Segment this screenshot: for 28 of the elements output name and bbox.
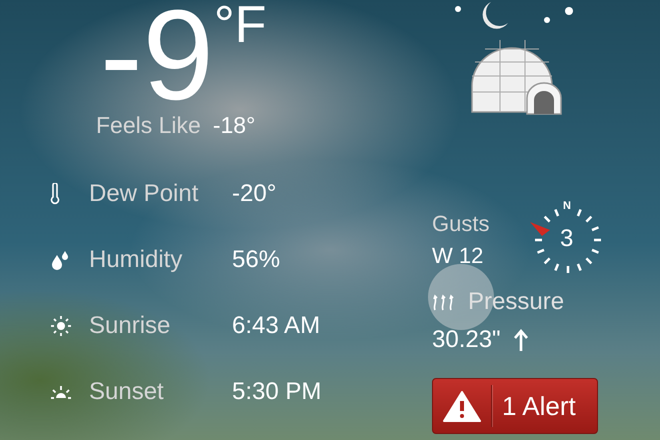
detail-value: 5:30 PM: [232, 378, 322, 406]
sunset-icon: [50, 385, 72, 399]
detail-label: Sunset: [89, 378, 165, 406]
detail-value: -20°: [232, 180, 276, 208]
detail-label: Sunrise: [89, 312, 172, 340]
detail-value: 6:43 AM: [232, 312, 320, 340]
feels-like-label: Feels Like: [96, 112, 201, 139]
pressure-label: Pressure: [468, 288, 564, 316]
droplets-icon: [50, 250, 70, 270]
pressure-icon: [432, 293, 456, 311]
temperature-value: -9: [100, 0, 214, 112]
compass-dial-icon: [535, 209, 601, 273]
wind-speed-value: 3: [560, 225, 574, 253]
detail-label: Humidity: [89, 246, 184, 274]
detail-value: 56%: [232, 246, 280, 274]
gusts-value: W 12: [432, 243, 484, 269]
alert-button[interactable]: 1 Alert: [432, 378, 598, 434]
warning-icon: [443, 390, 481, 422]
temperature-unit: °F: [214, 0, 266, 50]
feels-like-value: -18°: [212, 112, 256, 139]
detail-label: Dew Point: [89, 180, 200, 208]
wind-direction-pointer: [530, 222, 550, 236]
gusts-label: Gusts: [432, 211, 490, 237]
compass-north-label: N: [563, 200, 571, 212]
thermometer-icon: [50, 183, 60, 205]
pressure-value: 30.23": [432, 326, 501, 354]
up-arrow-icon: [512, 329, 529, 351]
sun-icon: [50, 315, 72, 337]
